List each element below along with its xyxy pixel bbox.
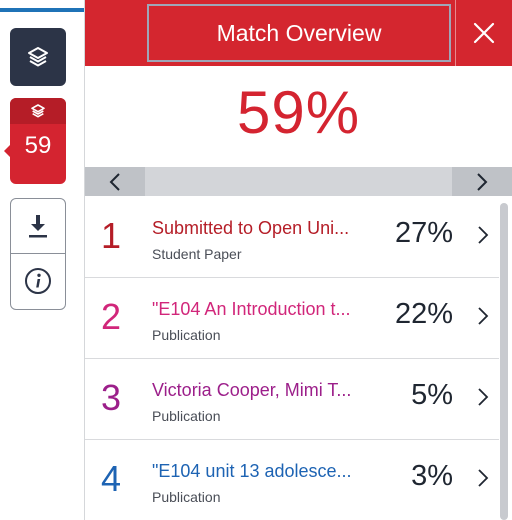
match-rank: 3	[100, 377, 122, 418]
match-details-arrow[interactable]	[475, 385, 491, 409]
match-pager	[85, 167, 512, 196]
match-details-arrow[interactable]	[475, 466, 491, 490]
download-icon	[29, 215, 47, 238]
match-rank: 1	[100, 215, 122, 256]
match-list: 1 Submitted to Open Uni... Student Paper…	[85, 197, 512, 520]
toolbar-accent-line	[0, 8, 84, 12]
active-pointer	[4, 144, 11, 158]
close-button[interactable]	[456, 0, 512, 66]
match-row[interactable]: 4 "E104 unit 13 adolesce... Publication …	[85, 440, 499, 520]
panel-header: Match Overview	[85, 0, 512, 66]
match-row[interactable]: 1 Submitted to Open Uni... Student Paper…	[85, 197, 499, 278]
match-source-title: Victoria Cooper, Mimi T...	[152, 380, 352, 400]
tool-group	[10, 198, 66, 310]
list-scrollbar-thumb[interactable]	[500, 203, 508, 520]
chevron-right-icon	[478, 226, 489, 244]
match-source-title: "E104 An Introduction t...	[152, 299, 351, 319]
match-percent: 5%	[411, 379, 453, 411]
similarity-score-button[interactable]: 59	[4, 98, 66, 184]
match-source-title: "E104 unit 13 adolesce...	[152, 461, 352, 481]
info-button[interactable]	[11, 254, 65, 308]
match-details-arrow[interactable]	[475, 223, 491, 247]
similarity-score: 59	[24, 132, 52, 159]
chevron-right-icon	[478, 307, 489, 325]
match-row[interactable]: 2 "E104 An Introduction t... Publication…	[85, 278, 499, 359]
chevron-right-icon	[477, 172, 488, 191]
info-icon	[25, 268, 51, 294]
match-row[interactable]: 3 Victoria Cooper, Mimi T... Publication…	[85, 359, 499, 440]
next-button[interactable]	[452, 167, 512, 196]
match-percent: 27%	[394, 217, 453, 249]
match-percent: 3%	[411, 460, 453, 492]
prev-button[interactable]	[85, 167, 145, 196]
match-source-title: Submitted to Open Uni...	[152, 218, 350, 238]
layers-icon	[31, 104, 45, 118]
match-details-arrow[interactable]	[475, 304, 491, 328]
layers-button[interactable]	[10, 28, 66, 86]
match-rank: 4	[100, 458, 122, 499]
panel-title: Match Overview	[147, 4, 451, 62]
match-rank: 2	[100, 296, 122, 337]
chevron-right-icon	[478, 388, 489, 406]
score-header	[10, 98, 66, 124]
side-toolbar: 59	[0, 0, 85, 520]
match-percent: 22%	[394, 298, 453, 330]
overall-match-percent: 59%	[236, 79, 361, 146]
close-icon	[473, 22, 495, 44]
match-source-type: Publication	[152, 408, 221, 424]
match-overview-panel: Match Overview 59% 1 Submitted to Open U…	[85, 0, 512, 520]
match-source-type: Publication	[152, 489, 221, 505]
download-button[interactable]	[11, 199, 65, 253]
match-source-type: Publication	[152, 327, 221, 343]
match-source-type: Student Paper	[152, 246, 242, 262]
layers-icon	[28, 47, 48, 67]
chevron-left-icon	[109, 172, 120, 191]
chevron-right-icon	[478, 469, 489, 487]
